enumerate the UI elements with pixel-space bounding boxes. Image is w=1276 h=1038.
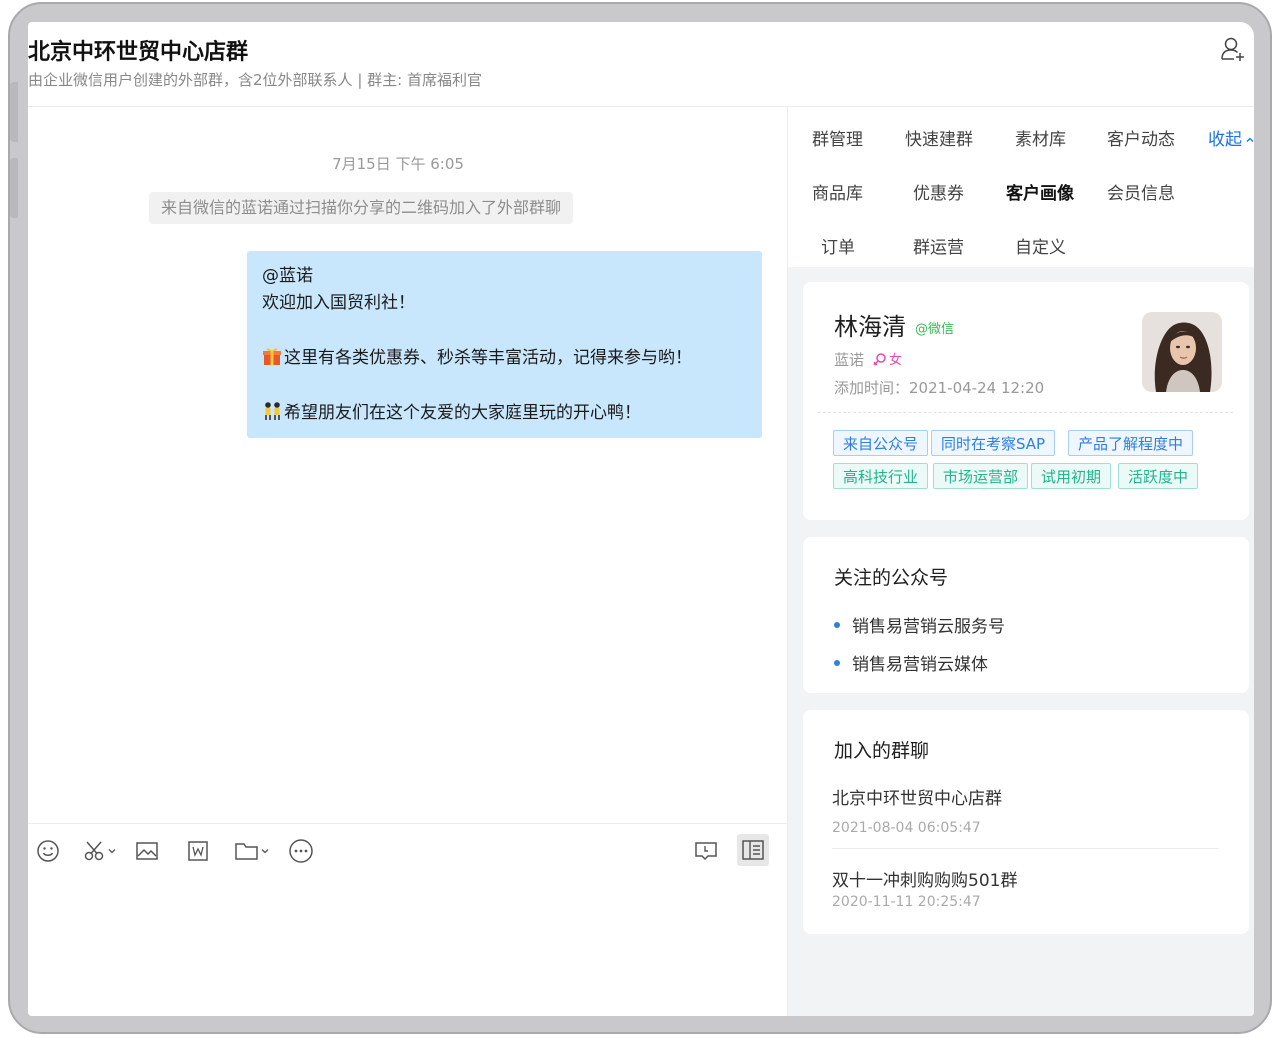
folder-icon: [235, 843, 258, 860]
message-line-text: 希望朋友们在这个友爱的大家庭里玩的开心鸭！: [284, 403, 641, 423]
customer-avatar: [1142, 312, 1222, 392]
side-panel-toggle[interactable]: [737, 834, 769, 866]
bullet-icon: [834, 621, 840, 628]
tab-coupons[interactable]: 优惠券: [913, 179, 964, 204]
female-icon: [873, 352, 886, 365]
followed-account-item[interactable]: 销售易营销云媒体: [834, 650, 988, 675]
group-item-time: 2021-08-04 06:05:47: [832, 820, 981, 836]
app-screen: 北京中环世贸中心店群 由企业微信用户创建的外部群，含2位外部联系人 | 群主: …: [28, 22, 1254, 1016]
message-line: 这里有各类优惠券、秒杀等丰富活动，记得来参与哟！: [262, 345, 747, 372]
customer-tag: 高科技行业: [833, 463, 929, 489]
tab-products[interactable]: 商品库: [812, 179, 863, 204]
gender-label: 女: [889, 353, 903, 368]
word-doc-icon: [188, 841, 208, 861]
group-item-name[interactable]: 北京中环世贸中心店群: [832, 784, 1002, 809]
image-icon: [136, 842, 158, 860]
customer-tag: 来自公众号: [833, 430, 929, 456]
message-toolbar: [28, 823, 787, 880]
message-timestamp: 7月15日 下午 6:05: [332, 155, 464, 173]
tab-materials[interactable]: 素材库: [1015, 125, 1066, 150]
customer-nickname: 蓝诺: [834, 351, 865, 369]
tab-customer-profile[interactable]: 客户画像: [1006, 179, 1074, 204]
chat-header: 北京中环世贸中心店群 由企业微信用户创建的外部群，含2位外部联系人 | 群主: …: [28, 22, 1254, 107]
group-item-time: 2020-11-11 20:25:47: [832, 894, 981, 910]
add-member-button[interactable]: [1220, 36, 1246, 62]
panel-tabs: 群管理 快速建群 素材库 客户动态 收起 商品库 优惠券 客户画像 会员信息 订…: [788, 107, 1254, 267]
add-user-icon: [1221, 37, 1244, 61]
collapse-button[interactable]: 收起: [1208, 125, 1254, 150]
chevron-down-icon: [108, 849, 116, 854]
customer-tag: 产品了解程度中: [1068, 430, 1194, 456]
chevron-up-icon: [1246, 137, 1254, 142]
gift-emoji-icon: [262, 346, 282, 366]
tab-member-info[interactable]: 会员信息: [1107, 179, 1175, 204]
followed-title: 关注的公众号: [834, 567, 949, 589]
side-panel-icon: [742, 840, 764, 860]
message-mention: @蓝诺: [262, 266, 313, 286]
joined-groups-card: 加入的群聊 北京中环世贸中心店群 2021-08-04 06:05:47 双十一…: [803, 710, 1249, 934]
source-tag: @微信: [915, 322, 955, 337]
divider: [832, 848, 1219, 849]
customer-tag: 同时在考察SAP: [931, 430, 1056, 456]
customer-name: 林海清: [834, 313, 906, 341]
bullet-icon: [834, 659, 840, 666]
followed-accounts-card: 关注的公众号 销售易营销云服务号 销售易营销云媒体: [803, 537, 1249, 693]
system-message: 来自微信的蓝诺通过扫描你分享的二维码加入了外部群聊: [149, 192, 574, 224]
group-title: 北京中环世贸中心店群: [28, 40, 249, 65]
collapse-label: 收起: [1208, 130, 1242, 150]
tab-orders[interactable]: 订单: [821, 233, 855, 258]
side-panel: 群管理 快速建群 素材库 客户动态 收起 商品库 优惠券 客户画像 会员信息 订…: [788, 107, 1254, 1016]
message-line: 希望朋友们在这个友爱的大家庭里玩的开心鸭！: [262, 400, 747, 427]
tab-group-operations[interactable]: 群运营: [913, 233, 964, 258]
tab-group-management[interactable]: 群管理: [812, 125, 863, 150]
message-line: 欢迎加入国贸利社！: [262, 293, 415, 313]
volume-button: [10, 82, 18, 142]
customer-tag: 市场运营部: [933, 463, 1029, 489]
groups-title: 加入的群聊: [834, 740, 930, 762]
chat-area: 7月15日 下午 6:05 来自微信的蓝诺通过扫描你分享的二维码加入了外部群聊 …: [28, 107, 788, 1016]
more-button[interactable]: [288, 838, 314, 864]
chat-record-icon: [695, 842, 717, 861]
gender-badge: 女: [873, 349, 902, 368]
tab-customer-activity[interactable]: 客户动态: [1107, 125, 1175, 150]
customer-tag: 试用初期: [1031, 463, 1112, 489]
scissors-icon: [84, 841, 104, 861]
account-name: 销售易营销云媒体: [852, 655, 988, 675]
document-button[interactable]: [186, 838, 210, 864]
more-icon: [289, 839, 313, 863]
emoji-button[interactable]: [36, 838, 60, 864]
chevron-down-icon: [261, 849, 269, 854]
account-name: 销售易营销云服务号: [852, 617, 1005, 637]
tab-custom[interactable]: 自定义: [1015, 233, 1066, 258]
screenshot-button[interactable]: [83, 838, 117, 864]
customer-profile-card: 林海清 @微信 蓝诺 女 添加时间：2021-04-24 12:20 来自公众号…: [803, 282, 1249, 520]
dancers-emoji-icon: [262, 401, 282, 421]
message-bubble[interactable]: @蓝诺 欢迎加入国贸利社！ 这里有各类优惠券、秒杀等丰富活动，记得来参与哟！ 希…: [247, 251, 762, 438]
tab-quick-group[interactable]: 快速建群: [905, 125, 973, 150]
group-item-name[interactable]: 双十一冲刺购购购501群: [832, 866, 1017, 891]
message-line-text: 这里有各类优惠券、秒杀等丰富活动，记得来参与哟！: [284, 348, 692, 368]
volume-button: [10, 158, 18, 218]
chat-record-button[interactable]: [693, 838, 719, 864]
emoji-icon: [37, 840, 59, 862]
divider: [818, 412, 1233, 413]
image-button[interactable]: [135, 838, 159, 864]
followed-account-item[interactable]: 销售易营销云服务号: [834, 612, 1005, 637]
file-button[interactable]: [234, 838, 270, 864]
added-time: 添加时间：2021-04-24 12:20: [834, 379, 1045, 397]
customer-tag: 活跃度中: [1118, 463, 1199, 489]
group-subtitle: 由企业微信用户创建的外部群，含2位外部联系人 | 群主: 首席福利官: [28, 71, 482, 89]
